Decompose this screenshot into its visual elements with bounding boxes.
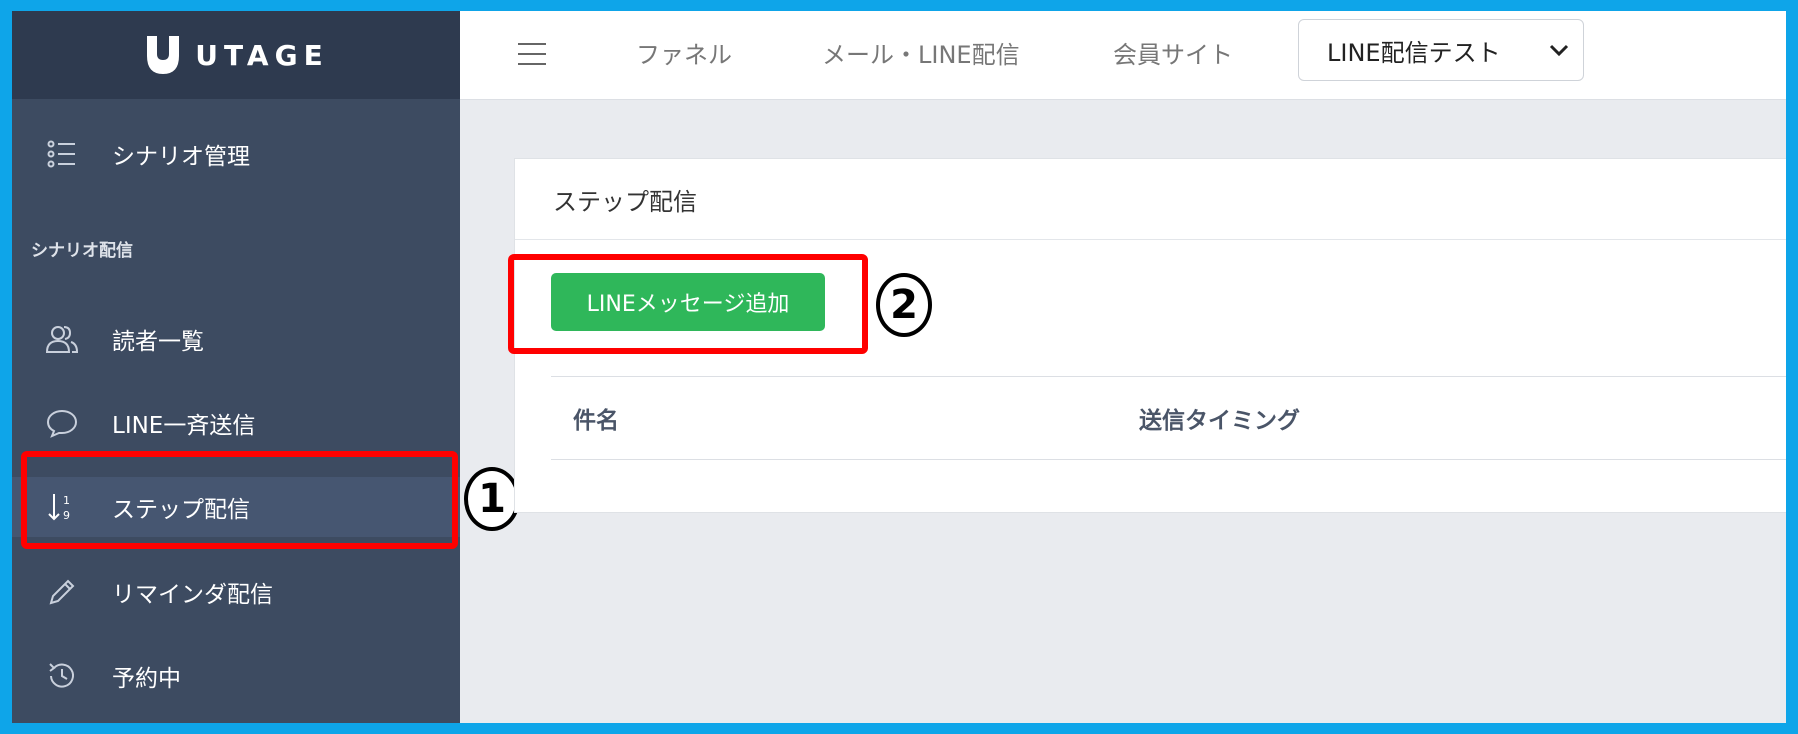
nav-link-member-site[interactable]: 会員サイト — [1113, 35, 1233, 70]
sidebar-item-label: 予約中 — [112, 666, 181, 692]
app-frame: UTAGE シナリオ管理 シナリオ配信 読者一覧 LINE一斉送信 1 9 ステ… — [12, 11, 1786, 723]
brand-name: UTAGE — [195, 38, 329, 72]
sidebar-item-line-broadcast[interactable]: LINE一斉送信 — [12, 393, 460, 453]
brand-logo[interactable]: UTAGE — [12, 11, 460, 99]
sidebar-item-label: シナリオ管理 — [112, 144, 250, 170]
highlight-box-step1 — [21, 451, 458, 549]
step-annotation-2: 2 — [876, 273, 932, 337]
step-annotation-1-text: 1 — [478, 476, 506, 522]
table-header-subject: 件名 — [573, 408, 619, 434]
account-select-value: LINE配信テスト — [1327, 38, 1501, 67]
users-icon — [12, 324, 112, 354]
card-title: ステップ配信 — [515, 159, 1786, 240]
top-navbar: ファネル メール・LINE配信 会員サイト LINE配信テスト — [460, 11, 1786, 100]
step-annotation-2-text: 2 — [890, 282, 918, 328]
table-header-row: 件名 送信タイミング — [551, 376, 1786, 460]
sidebar: UTAGE シナリオ管理 シナリオ配信 読者一覧 LINE一斉送信 1 9 ステ… — [12, 11, 460, 723]
sidebar-item-label: リマインダ配信 — [112, 582, 273, 608]
nav-link-funnel[interactable]: ファネル — [636, 35, 732, 70]
chat-bubble-icon — [12, 408, 112, 438]
pencil-icon — [12, 577, 112, 607]
step-annotation-1: 1 — [464, 467, 520, 531]
sidebar-section-label: シナリオ配信 — [31, 241, 133, 261]
utage-logo-icon — [147, 36, 180, 74]
sidebar-item-scheduled[interactable]: 予約中 — [12, 646, 460, 706]
sidebar-item-reminder[interactable]: リマインダ配信 — [12, 562, 460, 622]
sidebar-item-label: 読者一覧 — [112, 329, 204, 355]
list-icon — [12, 140, 112, 168]
highlight-box-step2 — [508, 254, 868, 354]
sidebar-item-label: LINE一斉送信 — [112, 413, 256, 439]
chevron-down-icon — [1549, 44, 1569, 57]
sidebar-item-readers[interactable]: 読者一覧 — [12, 309, 460, 369]
nav-link-mail-line[interactable]: メール・LINE配信 — [822, 35, 1020, 70]
hamburger-menu-icon[interactable] — [518, 43, 546, 65]
sidebar-item-scenario-management[interactable]: シナリオ管理 — [12, 124, 460, 184]
history-icon — [12, 660, 112, 692]
table-header-send-timing: 送信タイミング — [1139, 408, 1300, 434]
account-select[interactable]: LINE配信テスト — [1298, 19, 1584, 81]
